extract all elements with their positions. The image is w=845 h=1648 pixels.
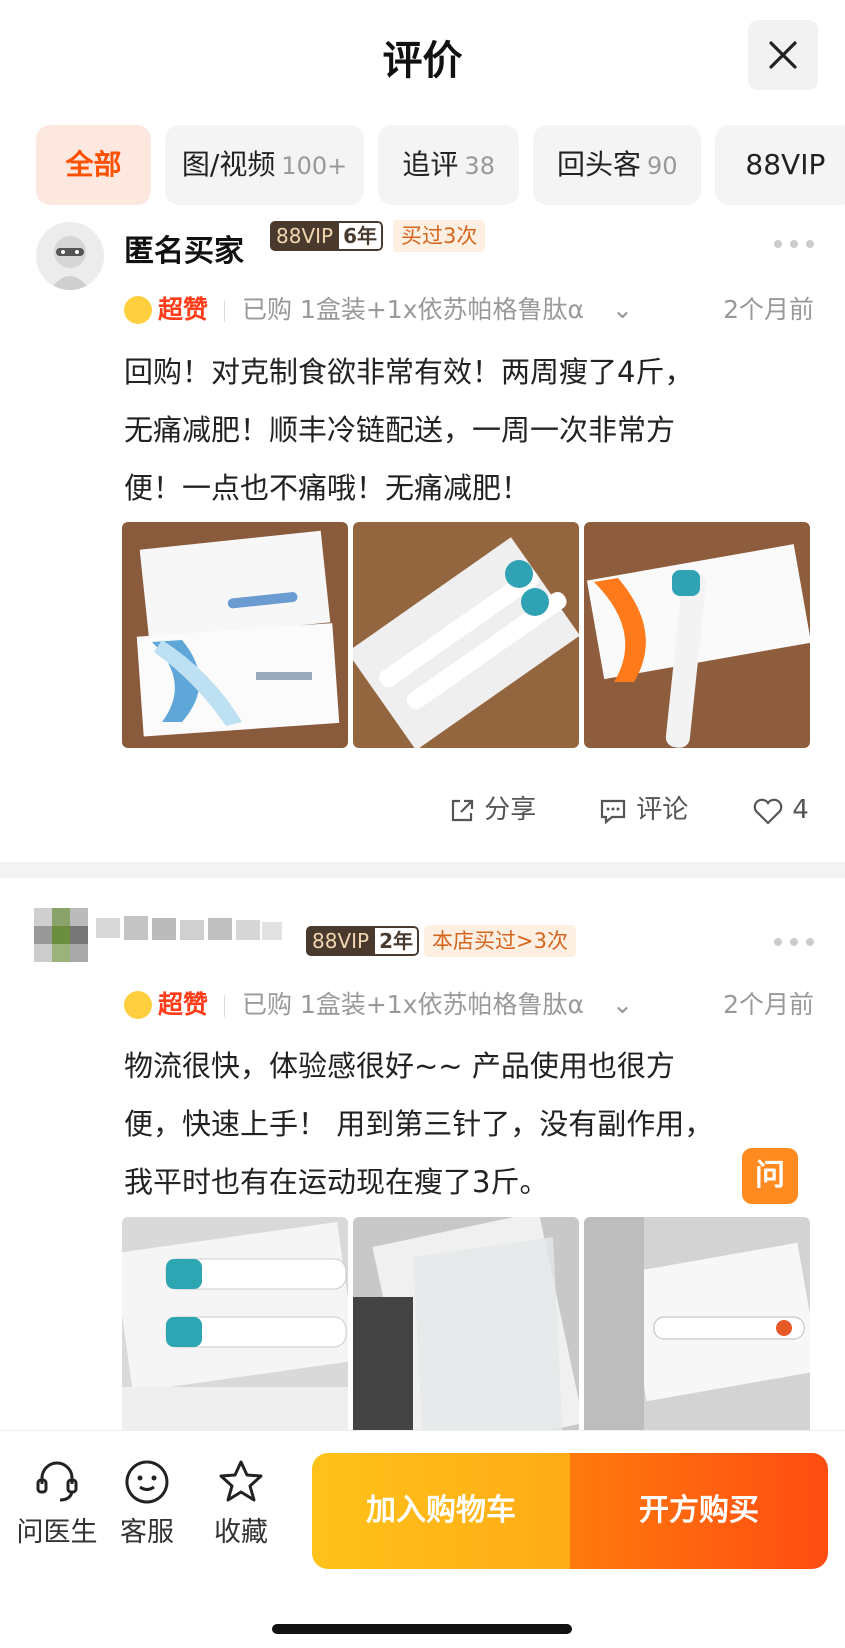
- review-text-line: 便，快速上手！ 用到第三针了，没有副作用，: [124, 1107, 714, 1141]
- review-text: 物流很快，体验感很好~~ 产品使用也很方 便，快速上手！ 用到第三针了，没有副作…: [124, 1037, 824, 1211]
- tab-followup[interactable]: 追评 38: [378, 125, 520, 205]
- section-divider: [0, 862, 845, 878]
- comment-icon: [600, 799, 626, 824]
- review-meta: 超赞 已购 1盒装+1x依苏帕格鲁肽α ⌄ 2个月前: [124, 985, 814, 1025]
- page-title: 评价: [382, 38, 463, 84]
- like-button[interactable]: 4: [752, 790, 809, 830]
- favorite-button[interactable]: 收藏: [196, 1458, 286, 1549]
- review-photo[interactable]: [584, 1217, 810, 1443]
- tab-label: 88VIP: [745, 148, 826, 181]
- open-box-photo: [584, 1217, 810, 1443]
- tab-label: 回头客: [557, 148, 642, 181]
- tab-label: 全部: [65, 148, 122, 181]
- purchase-count-badge: 买过3次: [393, 220, 486, 252]
- ask-floating-button[interactable]: 问: [742, 1148, 798, 1204]
- tab-repeat-buyer[interactable]: 回头客 90: [533, 125, 702, 205]
- review-photo[interactable]: [122, 522, 348, 748]
- add-to-cart-button[interactable]: 加入购物车: [312, 1453, 570, 1569]
- purchased-spec: 已购 1盒装+1x依苏帕格鲁肽α: [242, 295, 584, 324]
- star-icon: [219, 1460, 263, 1502]
- share-button[interactable]: 分享: [448, 790, 536, 830]
- prescribe-buy-button[interactable]: 开方购买: [570, 1453, 828, 1569]
- divider: [224, 300, 225, 322]
- headset-icon: [36, 1461, 78, 1502]
- heart-eyes-emoji-icon: [124, 296, 152, 324]
- avatar[interactable]: [36, 222, 104, 290]
- more-options-icon[interactable]: [774, 240, 814, 250]
- review-photo[interactable]: [584, 522, 810, 748]
- more-options-icon[interactable]: [774, 938, 814, 948]
- close-icon: [769, 41, 797, 69]
- vip-label: 88VIP: [306, 926, 376, 956]
- rating-badge: 超赞: [158, 295, 209, 324]
- chevron-down-icon[interactable]: ⌄: [612, 290, 633, 330]
- purchased-spec: 已购 1盒装+1x依苏帕格鲁肽α: [242, 990, 584, 1019]
- comment-label: 评论: [636, 795, 689, 825]
- review-text-line: 无痛减肥！顺丰冷链配送，一周一次非常方: [124, 413, 676, 447]
- vip-badge: 88VIP 6年: [270, 221, 384, 251]
- tab-count: 90: [647, 152, 678, 180]
- tab-label: 追评: [402, 148, 459, 181]
- ask-doctor-button[interactable]: 问医生: [12, 1458, 102, 1549]
- blurred-user-info: [34, 908, 284, 963]
- heart-icon: [753, 798, 783, 825]
- heart-eyes-emoji-icon: [124, 991, 152, 1019]
- review-text-line: 便！一点也不痛哦！无痛减肥！: [124, 471, 531, 505]
- review-meta: 超赞 已购 1盒装+1x依苏帕格鲁肽α ⌄ 2个月前: [124, 290, 814, 330]
- tab-label: 图/视频: [181, 148, 276, 181]
- filter-tabs: 全部 图/视频 100+ 追评 38 回头客 90 88VIP: [36, 125, 845, 205]
- smiley-icon: [125, 1460, 169, 1504]
- review-page: 评价 全部 图/视频 100+ 追评 38 回头客 90 88VIP 匿名买家 88V…: [0, 0, 845, 1648]
- ask-doctor-label: 问医生: [16, 1517, 98, 1548]
- review-text-line: 物流很快，体验感很好~~ 产品使用也很方: [124, 1049, 675, 1083]
- review-text-line: 我平时也有在运动现在瘦了3斤。: [124, 1165, 549, 1199]
- pen-and-box-photo: [584, 522, 810, 748]
- rating-badge: 超赞: [158, 990, 209, 1019]
- home-indicator: [272, 1624, 572, 1634]
- tab-all[interactable]: 全部: [36, 125, 151, 205]
- customer-service-button[interactable]: 客服: [102, 1458, 192, 1549]
- tab-count: 100+: [281, 152, 348, 180]
- review-text: 回购！对克制食欲非常有效！两周瘦了4斤， 无痛减肥！顺丰冷链配送，一周一次非常方…: [124, 343, 824, 517]
- tab-88vip[interactable]: 88VIP: [715, 125, 845, 205]
- injection-pen-photo: [353, 522, 579, 748]
- username[interactable]: 匿名买家: [124, 226, 244, 270]
- share-label: 分享: [484, 795, 537, 825]
- like-count: 4: [792, 795, 809, 825]
- injection-pens-photo: [122, 1217, 348, 1443]
- product-box-photo: [122, 522, 348, 748]
- review-photos: [122, 522, 810, 748]
- review-photo[interactable]: [122, 1217, 348, 1443]
- vip-badge: 88VIP 2年: [306, 926, 420, 956]
- review-time: 2个月前: [723, 295, 814, 324]
- comment-button[interactable]: 评论: [598, 790, 688, 830]
- tab-media[interactable]: 图/视频 100+: [165, 125, 365, 205]
- packaged-box-photo: [353, 1217, 579, 1443]
- avatar-icon: [36, 222, 104, 290]
- vip-years: 2年: [375, 926, 420, 956]
- share-icon: [451, 799, 474, 821]
- review-time: 2个月前: [723, 990, 814, 1019]
- service-label: 客服: [120, 1517, 174, 1548]
- close-button[interactable]: [748, 20, 818, 90]
- review-photo[interactable]: [353, 1217, 579, 1443]
- favorite-label: 收藏: [214, 1517, 268, 1548]
- review-text-line: 回购！对克制食欲非常有效！两周瘦了4斤，: [124, 355, 694, 389]
- purchase-count-badge: 本店买过>3次: [424, 925, 576, 957]
- tab-count: 38: [464, 152, 495, 180]
- header: 评价: [0, 0, 845, 112]
- review-photo[interactable]: [353, 522, 579, 748]
- pixelated-avatar: [34, 908, 282, 962]
- vip-label: 88VIP: [270, 221, 340, 251]
- vip-years: 6年: [339, 221, 384, 251]
- chevron-down-icon[interactable]: ⌄: [612, 985, 633, 1025]
- review-photos: [122, 1217, 810, 1443]
- divider: [224, 995, 225, 1017]
